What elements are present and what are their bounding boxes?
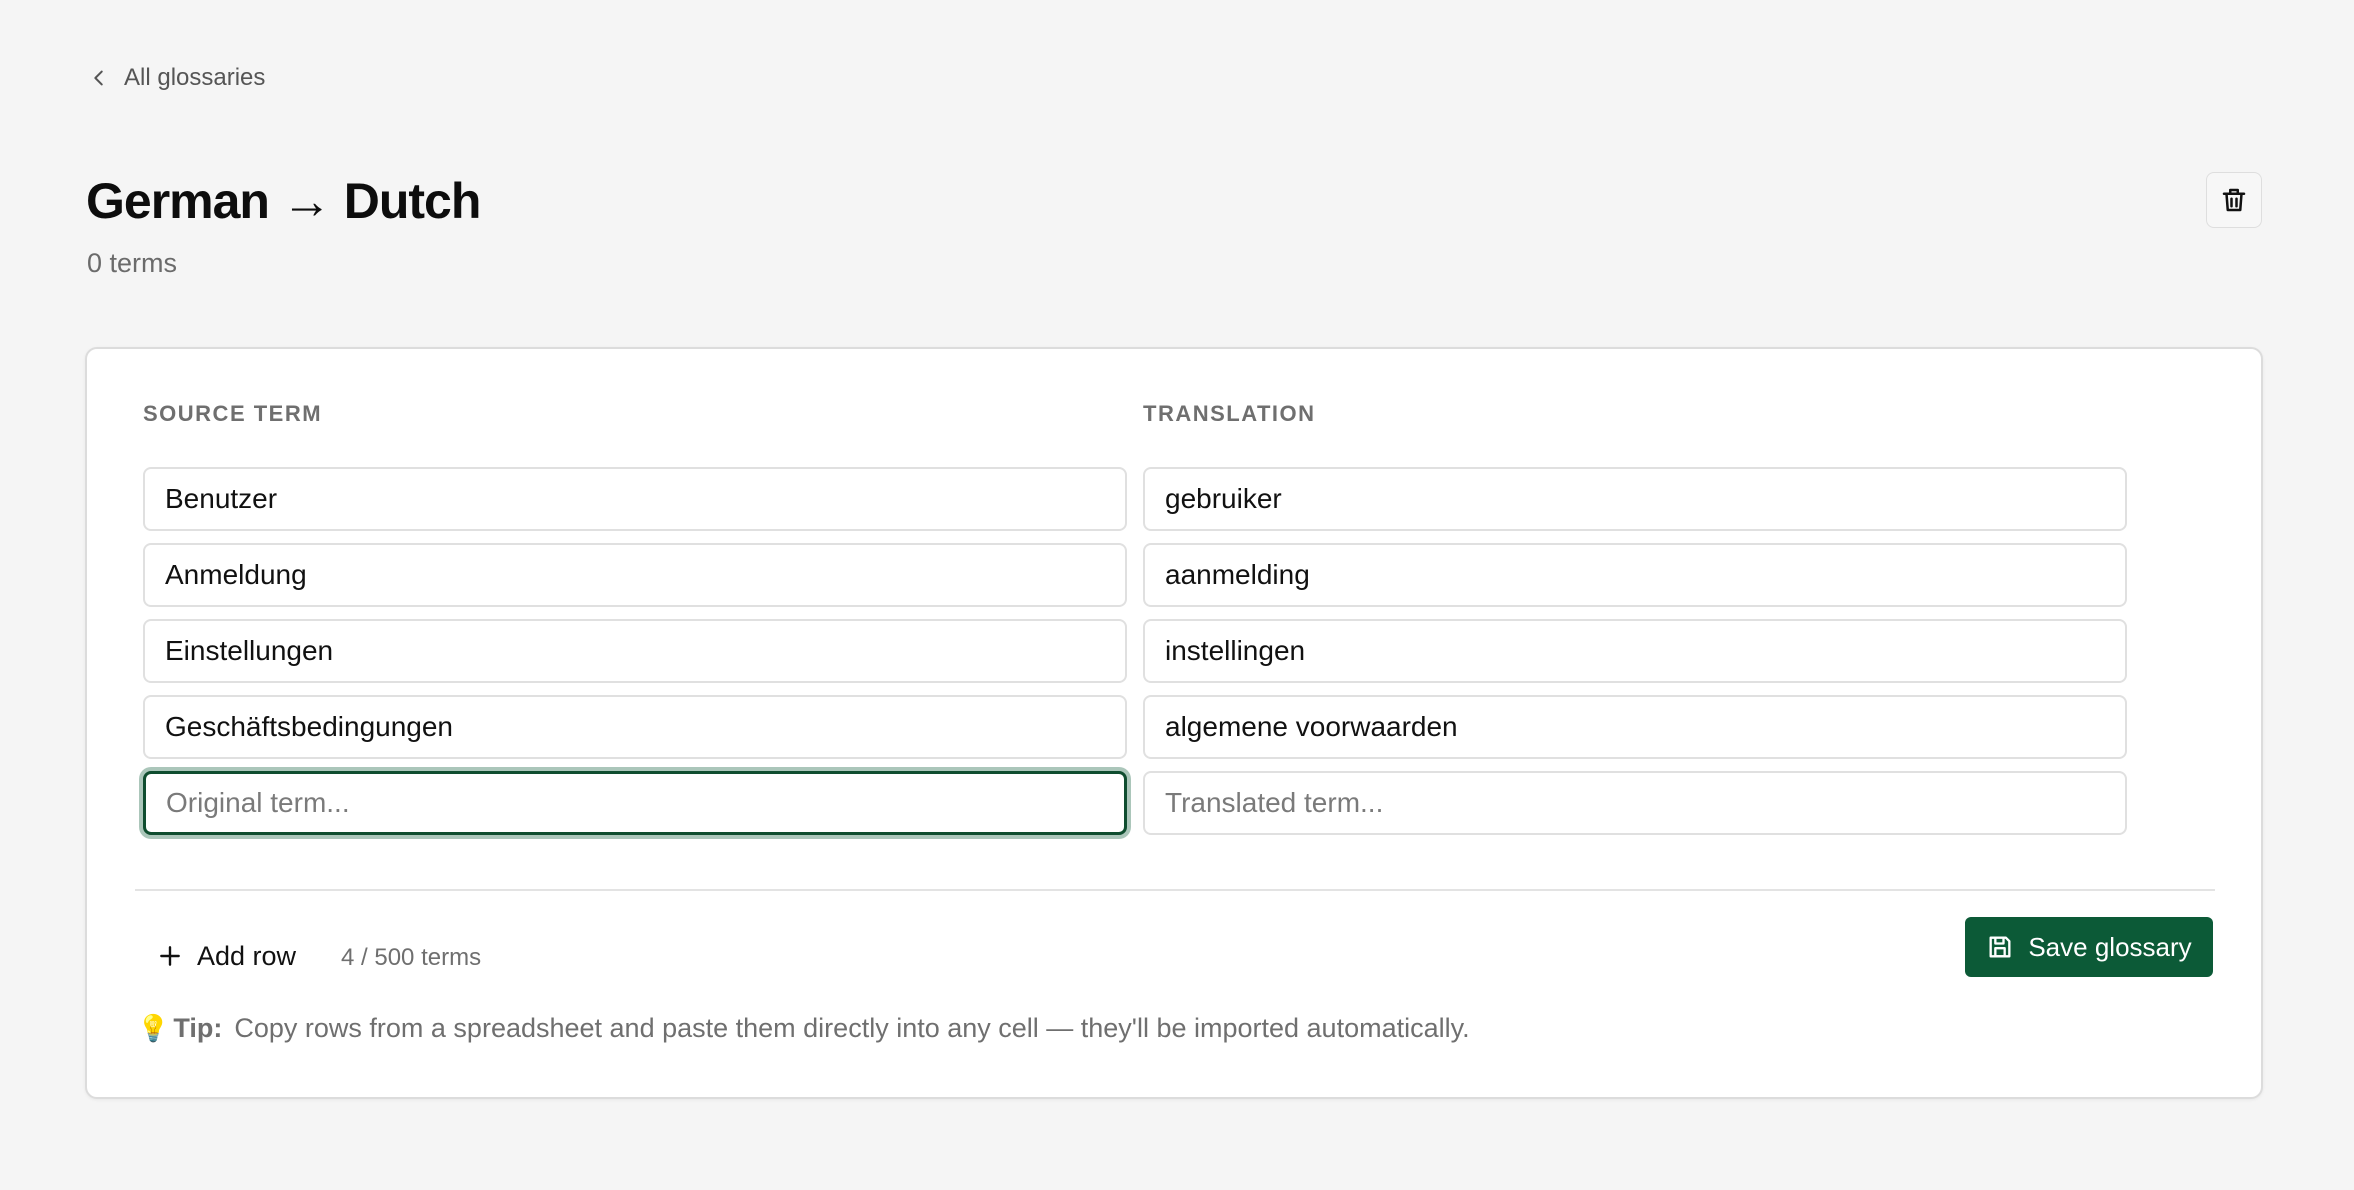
glossary-editor-card: SOURCE TERM TRANSLATION Add row 4 / 500 … [85,347,2263,1099]
source-term-input[interactable] [143,467,1127,531]
translation-header: TRANSLATION [1143,401,1316,426]
chevron-left-icon [94,70,103,86]
tip-text: 💡 Tip: Copy rows from a spreadsheet and … [137,1013,1470,1044]
translation-input[interactable] [1143,619,2127,683]
back-to-glossaries-link[interactable]: All glossaries [88,64,265,92]
tip-message: Copy rows from a spreadsheet and paste t… [234,1013,1470,1043]
source-term-input[interactable] [143,543,1127,607]
plus-icon [160,946,180,966]
translation-input[interactable] [1143,695,2127,759]
trash-icon [2222,188,2246,212]
back-link-label: All glossaries [124,64,266,91]
translation-input[interactable] [1143,467,2127,531]
table-row [143,543,2127,607]
new-translation-input[interactable] [1143,771,2127,835]
table-row [143,695,2127,759]
floppy-disk-icon [1989,936,2011,958]
table-row [143,619,2127,683]
tip-label: Tip: [173,1013,223,1043]
term-count: 0 terms [87,248,178,278]
delete-glossary-button[interactable] [2206,172,2262,228]
terms-limit-counter: 4 / 500 terms [341,944,482,971]
add-row-label: Add row [197,940,297,971]
source-term-input[interactable] [143,619,1127,683]
save-glossary-label: Save glossary [2028,931,2192,962]
lightbulb-icon: 💡 [137,1013,170,1043]
source-term-input[interactable] [143,695,1127,759]
add-row-button[interactable]: Add row [157,931,296,981]
table-row [143,467,2127,531]
translation-input[interactable] [1143,543,2127,607]
page-title: German → Dutch [86,173,481,229]
source-term-header: SOURCE TERM [143,401,323,426]
save-glossary-button[interactable]: Save glossary [1965,917,2213,977]
footer-divider [135,889,2215,891]
new-source-term-input[interactable] [143,771,1127,835]
new-table-row [143,771,2127,835]
